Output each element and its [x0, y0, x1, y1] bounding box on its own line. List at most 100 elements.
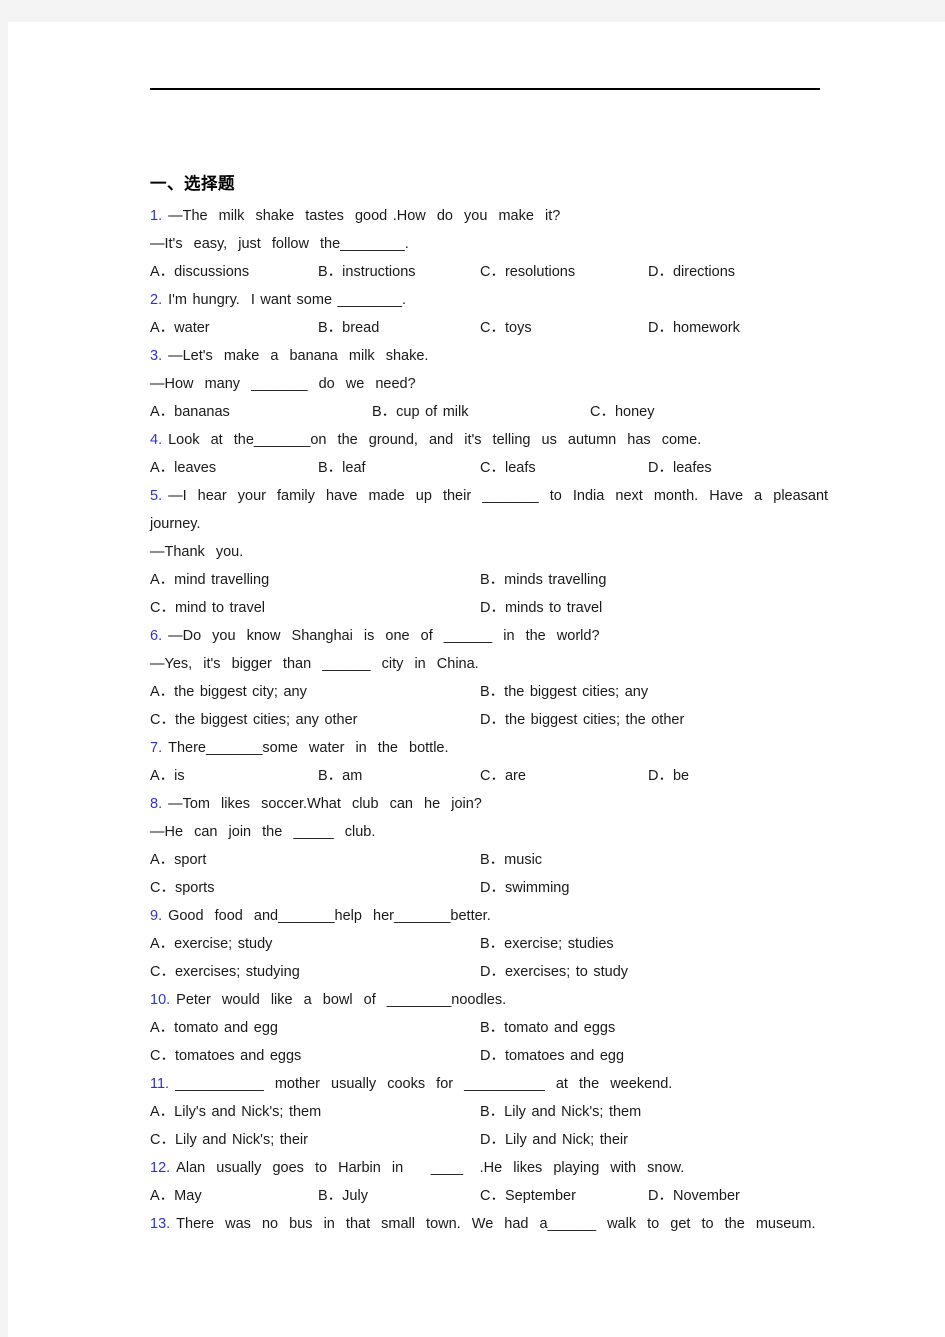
option-choice[interactable]: A．May: [150, 1182, 202, 1210]
question-text-continued: —He can join the _____ club.: [150, 824, 376, 840]
question-text: 9. Good food and_______help her_______bet…: [150, 902, 850, 930]
question-number: 3.: [150, 348, 163, 364]
question-block: 3. —Let's make a banana milk shake. —How m…: [150, 342, 850, 426]
question-body: Peter would like a bowl of ________noodl…: [176, 992, 507, 1008]
option-choice[interactable]: B．leaf: [318, 454, 366, 482]
question-block: 7. There_______some water in the bottle. A…: [150, 734, 850, 790]
option-choice[interactable]: A．sport: [150, 846, 206, 874]
question-block: 8. —Tom likes soccer.What club can he joi…: [150, 790, 850, 902]
option-choice[interactable]: A．tomato and egg: [150, 1014, 278, 1042]
question-text-continued: —How many _______ do we need?: [150, 376, 416, 392]
option-choice[interactable]: B．music: [480, 846, 542, 874]
option-choice[interactable]: B．tomato and eggs: [480, 1014, 615, 1042]
question-block: 5. —I hear your family have made up their…: [150, 482, 850, 622]
option-choice[interactable]: A．water: [150, 314, 210, 342]
option-row: A．water B．bread C．toys D．homework: [150, 314, 850, 342]
question-number: 9.: [150, 908, 163, 924]
option-choice[interactable]: A．is: [150, 762, 185, 790]
option-choice[interactable]: D．swimming: [480, 874, 569, 902]
option-choice[interactable]: D．exercises; to study: [480, 958, 628, 986]
question-number: 13.: [150, 1216, 171, 1232]
option-choice[interactable]: C．September: [480, 1182, 576, 1210]
question-text: 5. —I hear your family have made up their…: [150, 482, 850, 510]
question-number: 2.: [150, 292, 163, 308]
option-choice[interactable]: A．bananas: [150, 398, 230, 426]
option-choice[interactable]: D．November: [648, 1182, 740, 1210]
option-row: C．sports D．swimming: [150, 874, 850, 902]
option-choice[interactable]: D．be: [648, 762, 689, 790]
question-text: 2. I'm hungry. I want some ________.: [150, 286, 850, 314]
question-number: 1.: [150, 208, 163, 224]
option-choice[interactable]: A．discussions: [150, 258, 249, 286]
option-choice[interactable]: C．tomatoes and eggs: [150, 1042, 301, 1070]
option-choice[interactable]: B．minds travelling: [480, 566, 606, 594]
option-row: A．mind travelling B．minds travelling: [150, 566, 850, 594]
question-list: 1. —The milk shake tastes good .How do yo…: [150, 202, 850, 1238]
question-body: Look at the_______on the ground, and it'…: [168, 432, 702, 448]
question-body: —The milk shake tastes good .How do you …: [168, 208, 561, 224]
option-choice[interactable]: A．mind travelling: [150, 566, 269, 594]
question-text: 6. —Do you know Shanghai is one of ______…: [150, 622, 850, 650]
question-text: 1. —The milk shake tastes good .How do yo…: [150, 202, 850, 230]
option-choice[interactable]: B．bread: [318, 314, 379, 342]
option-choice[interactable]: D．the biggest cities; the other: [480, 706, 684, 734]
question-block: 1. —The milk shake tastes good .How do yo…: [150, 202, 850, 286]
question-block: 2. I'm hungry. I want some ________. A．wat…: [150, 286, 850, 342]
option-row: A．bananas B．cup of milk C．honey: [150, 398, 850, 426]
option-choice[interactable]: D．tomatoes and egg: [480, 1042, 624, 1070]
option-choice[interactable]: B．am: [318, 762, 362, 790]
option-choice[interactable]: C．sports: [150, 874, 214, 902]
option-choice[interactable]: D．Lily and Nick; their: [480, 1126, 628, 1154]
option-choice[interactable]: C．resolutions: [480, 258, 575, 286]
question-body: Good food and_______help her_______bette…: [168, 908, 491, 924]
option-row: C．the biggest cities; any other D．the big…: [150, 706, 850, 734]
option-choice[interactable]: D．directions: [648, 258, 735, 286]
question-number: 4.: [150, 432, 163, 448]
option-choice[interactable]: D．homework: [648, 314, 740, 342]
question-number: 7.: [150, 740, 163, 756]
option-choice[interactable]: A．the biggest city; any: [150, 678, 307, 706]
option-choice[interactable]: C．the biggest cities; any other: [150, 706, 358, 734]
option-choice[interactable]: C．honey: [590, 398, 654, 426]
option-row: A．leaves B．leaf C．leafs D．leafes: [150, 454, 850, 482]
question-block: 10. Peter would like a bowl of ________no…: [150, 986, 850, 1070]
question-block: 12. Alan usually goes to Harbin in ____ .…: [150, 1154, 850, 1210]
question-text: 8. —Tom likes soccer.What club can he joi…: [150, 790, 850, 818]
option-choice[interactable]: C．leafs: [480, 454, 536, 482]
option-choice[interactable]: D．leafes: [648, 454, 712, 482]
option-choice[interactable]: B．exercise; studies: [480, 930, 614, 958]
header-rule: [150, 88, 820, 90]
question-number: 11.: [150, 1076, 170, 1092]
question-number: 8.: [150, 796, 163, 812]
option-row: A．discussions B．instructions C．resolutions…: [150, 258, 850, 286]
option-choice[interactable]: C．mind to travel: [150, 594, 265, 622]
option-choice[interactable]: B．July: [318, 1182, 368, 1210]
option-row: C．tomatoes and eggs D．tomatoes and egg: [150, 1042, 850, 1070]
question-body: I'm hungry. I want some ________.: [168, 292, 407, 308]
option-choice[interactable]: C．exercises; studying: [150, 958, 300, 986]
question-block: 9. Good food and_______help her_______bet…: [150, 902, 850, 986]
option-choice[interactable]: C．Lily and Nick's; their: [150, 1126, 308, 1154]
question-body: There was no bus in that small town. We …: [176, 1216, 816, 1232]
option-row: A．exercise; study B．exercise; studies: [150, 930, 850, 958]
option-choice[interactable]: B．instructions: [318, 258, 416, 286]
option-choice[interactable]: C．are: [480, 762, 526, 790]
option-row: A．Lily's and Nick's; them B．Lily and Nick…: [150, 1098, 850, 1126]
option-choice[interactable]: B．the biggest cities; any: [480, 678, 648, 706]
question-block: 4. Look at the_______on the ground, and i…: [150, 426, 850, 482]
option-choice[interactable]: A．leaves: [150, 454, 216, 482]
question-body: There_______some water in the bottle.: [168, 740, 449, 756]
question-number: 12.: [150, 1160, 171, 1176]
option-row: A．sport B．music: [150, 846, 850, 874]
option-choice[interactable]: C．toys: [480, 314, 532, 342]
question-text: 12. Alan usually goes to Harbin in ____ .…: [150, 1154, 850, 1182]
option-choice[interactable]: B．cup of milk: [372, 398, 468, 426]
option-choice[interactable]: D．minds to travel: [480, 594, 602, 622]
question-body: —Do you know Shanghai is one of ______ i…: [168, 628, 600, 644]
option-choice[interactable]: A．exercise; study: [150, 930, 272, 958]
question-block: 11. ___________ mother usually cooks for …: [150, 1070, 850, 1154]
option-choice[interactable]: A．Lily's and Nick's; them: [150, 1098, 321, 1126]
option-choice[interactable]: B．Lily and Nick's; them: [480, 1098, 641, 1126]
question-text-continued: —Thank you.: [150, 544, 244, 560]
option-row: A．tomato and egg B．tomato and eggs: [150, 1014, 850, 1042]
